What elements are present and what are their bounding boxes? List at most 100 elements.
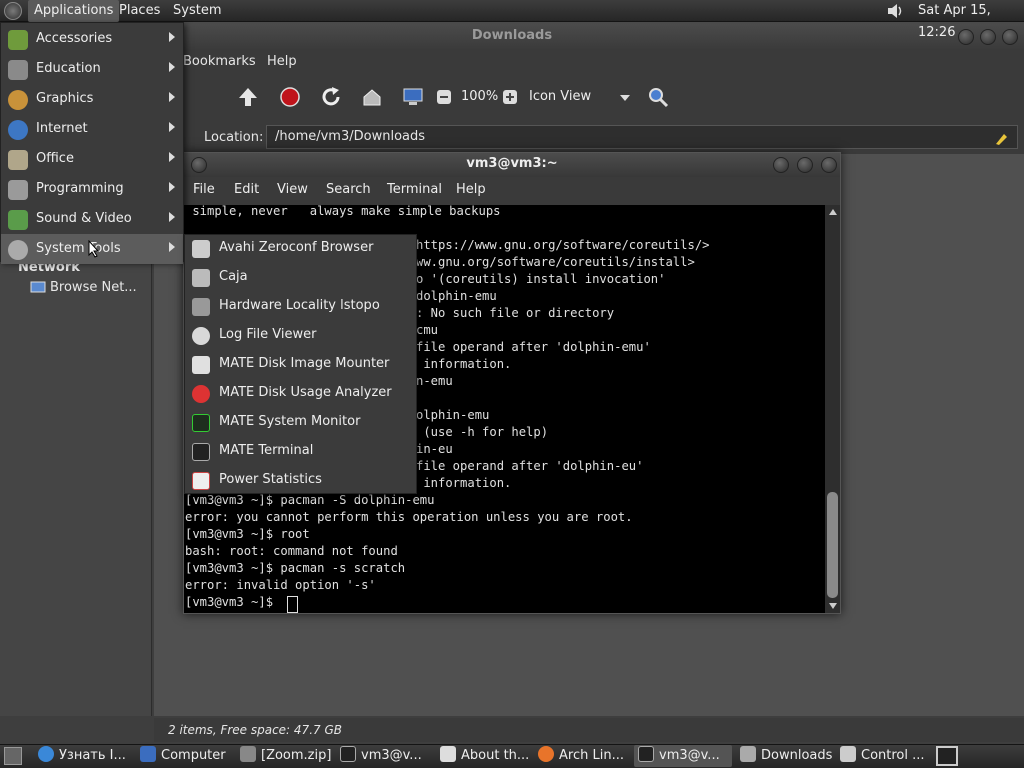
zoom-in-icon[interactable] [502,89,518,105]
terminal-line: olphin-emu [416,408,490,422]
menu-item-mate-system-monitor[interactable]: MATE System Monitor [185,408,416,437]
taskbar-item[interactable]: Узнать I... [34,745,130,767]
app-menu-programming[interactable]: Programming [1,174,183,204]
terminal-line: dolphin-emu [416,289,497,303]
volume-icon[interactable] [886,2,906,20]
sidebar-item-browse-network[interactable]: Browse Net... [50,280,137,295]
search-icon[interactable] [647,86,669,108]
scroll-up-icon[interactable] [829,209,837,215]
app-menu-label: Graphics [36,91,94,106]
menu-item-hardware-locality-lstopo[interactable]: Hardware Locality lstopo [185,292,416,321]
location-label: Location: [204,130,264,145]
app-menu-internet[interactable]: Internet [1,114,183,144]
app-menu-graphics[interactable]: Graphics [1,84,183,114]
terminal-line: file operand after 'dolphin-emu' [416,340,651,354]
taskbar-item-active[interactable]: vm3@v... [634,745,732,767]
menu-item-label: Caja [219,269,248,284]
taskbar-item-label: Computer [161,748,226,763]
taskbar-item[interactable]: Control ... [836,745,932,767]
scroll-down-icon[interactable] [829,603,837,609]
zoom-level: 100% [461,89,499,104]
firefox-icon [538,746,554,762]
app-menu-sound-video[interactable]: Sound & Video [1,204,183,234]
app-menu-accessories[interactable]: Accessories [1,24,183,54]
taskbar-item-label: vm3@v... [659,748,720,763]
terminal-line: information. [416,357,512,371]
terminal-cursor [287,596,298,613]
taskbar-item[interactable]: Computer [136,745,232,767]
menu-item-avahi-zeroconf-browser[interactable]: Avahi Zeroconf Browser [185,234,416,263]
menu-item-log-file-viewer[interactable]: Log File Viewer [185,321,416,350]
terminal-line: file operand after 'dolphin-eu' [416,459,644,473]
menu-item-label: Log File Viewer [219,327,317,342]
graphics-icon [8,90,28,110]
terminal-menu-view[interactable]: View [277,182,308,197]
clock[interactable]: Sat Apr 15, 12:26 [918,0,1024,40]
chevron-down-icon[interactable] [620,95,630,101]
maximize-button[interactable] [980,29,996,45]
menu-bookmarks[interactable]: Bookmarks [183,54,256,69]
distro-logo-icon[interactable] [4,2,22,20]
computer-icon[interactable] [402,86,424,108]
terminal-line: [vm3@vm3 ~]$ root [185,527,310,541]
terminal-line: : No such file or directory [416,306,615,320]
terminal-menu-edit[interactable]: Edit [234,182,259,197]
terminal-maximize-button[interactable] [797,157,813,173]
menu-item-label: MATE System Monitor [219,414,361,429]
file-cabinet-icon [192,269,210,287]
terminal-icon [340,746,356,762]
app-menu-label: Sound & Video [36,211,132,226]
terminal-menu-search[interactable]: Search [326,182,371,197]
taskbar-item-label: [Zoom.zip] [261,748,332,763]
menu-item-caja[interactable]: Caja [185,263,416,292]
clear-location-icon[interactable] [994,130,1010,146]
menu-item-mate-disk-image-mounter[interactable]: MATE Disk Image Mounter [185,350,416,379]
terminal-menu-file[interactable]: File [193,182,215,197]
taskbar-item[interactable]: Downloads [736,745,832,767]
terminal-scroll-thumb[interactable] [827,492,838,598]
taskbar-item[interactable]: Arch Lin... [534,745,630,767]
terminal-close-button[interactable] [821,157,837,173]
terminal-menu-terminal[interactable]: Terminal [387,182,442,197]
close-button[interactable] [1002,29,1018,45]
terminal-line: error: you cannot perform this operation… [185,510,633,524]
taskbar-item[interactable]: [Zoom.zip] [236,745,332,767]
places-menu-button[interactable]: Places [113,0,166,22]
terminal-line: o '(coreutils) install invocation' [416,272,666,286]
menu-item-power-statistics[interactable]: Power Statistics [185,466,416,495]
menu-item-mate-terminal[interactable]: MATE Terminal [185,437,416,466]
taskbar-item[interactable]: vm3@v... [336,745,432,767]
app-menu-education[interactable]: Education [1,54,183,84]
chevron-right-icon [169,242,175,252]
app-menu-office[interactable]: Office [1,144,183,174]
view-mode-select[interactable]: Icon View [529,89,591,104]
computer-icon [140,746,156,762]
taskbar-item-label: Downloads [761,748,832,763]
zoom-out-icon[interactable] [436,89,452,105]
applications-menu-button[interactable]: Applications [28,0,120,22]
terminal-menu-help[interactable]: Help [456,182,486,197]
terminal-title: vm3@vm3:~ [466,156,558,171]
sound-video-icon [8,210,28,230]
disk-icon [192,356,210,374]
taskbar-item[interactable]: About th... [436,745,532,767]
app-menu-label: System Tools [36,241,121,256]
menu-item-label: MATE Disk Image Mounter [219,356,390,371]
system-menu-button[interactable]: System [167,0,227,22]
browser-icon [38,746,54,762]
status-text: 2 items, Free space: 47.7 GB [168,723,342,737]
menu-item-mate-disk-usage-analyzer[interactable]: MATE Disk Usage Analyzer [185,379,416,408]
location-field[interactable]: /home/vm3/Downloads [266,125,1018,149]
show-desktop-button[interactable] [4,747,22,765]
disk-usage-icon [192,385,210,403]
reload-icon[interactable] [320,86,342,108]
home-icon[interactable] [361,86,383,108]
menu-help[interactable]: Help [267,54,297,69]
workspace-switcher[interactable] [936,746,958,766]
terminal-minimize-button[interactable] [773,157,789,173]
app-menu-label: Office [36,151,74,166]
up-arrow-icon[interactable] [237,86,259,108]
minimize-button[interactable] [958,29,974,45]
stop-icon[interactable] [279,86,301,108]
terminal-line: [vm3@vm3 ~]$ pacman -s scratch [185,561,406,575]
